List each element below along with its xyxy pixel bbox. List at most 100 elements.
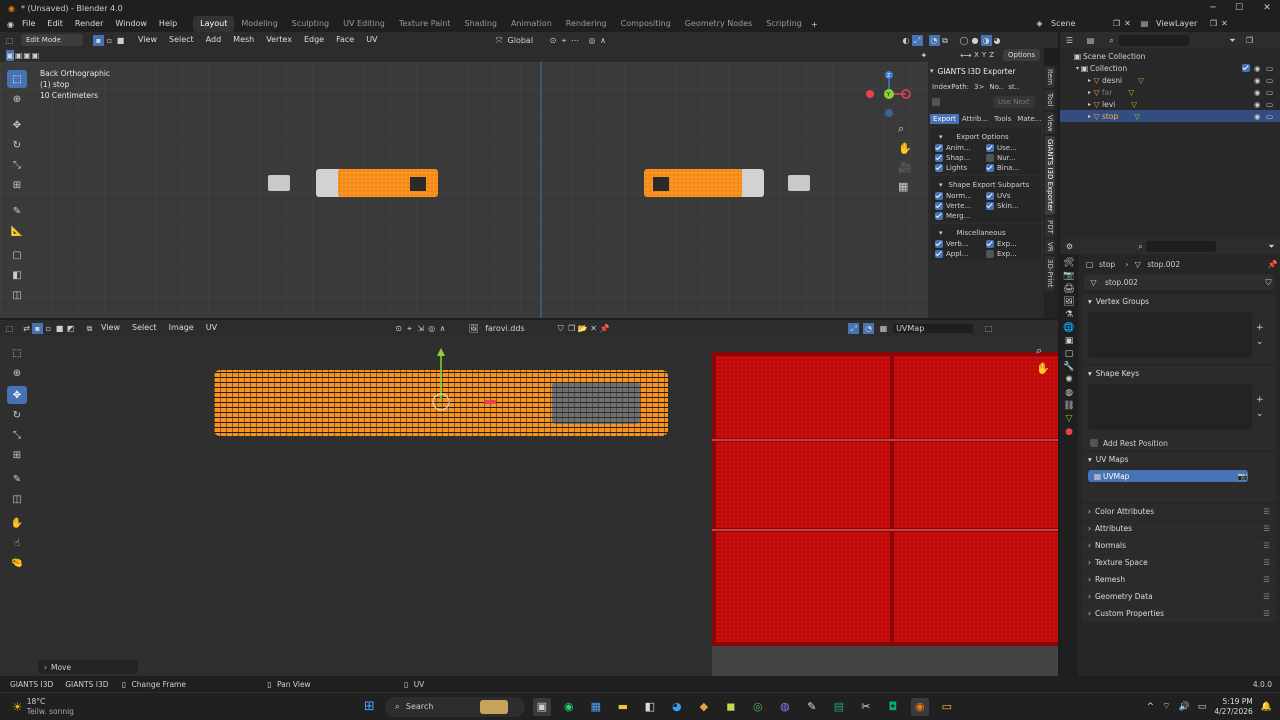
output-tab-icon[interactable]: 🖨 [1063,284,1074,294]
visibility-eye-icon[interactable]: ◉ [1254,88,1261,97]
weather-widget[interactable]: 18°C Teilw. sonnig [27,697,74,717]
clock[interactable]: 5:19 PM 4/27/2026 [1214,697,1252,717]
shape-export-checkbox[interactable] [986,192,994,200]
section-drag-icon[interactable]: ☰ [1263,589,1270,605]
outliner-search-input[interactable] [1119,34,1189,46]
uv-pinch-tool[interactable]: 🤏 [7,554,27,572]
physics-tab-icon[interactable]: ◍ [1065,388,1073,398]
section-geometry-data[interactable]: › Geometry Data ☰ [1082,589,1276,605]
close-button[interactable]: ✕ [1254,0,1280,16]
render-tab-icon[interactable]: 📷 [1063,271,1074,281]
uv-editor-type-icon[interactable]: ⬚ [4,323,15,334]
uv-x-axis-handle[interactable] [484,400,496,404]
capcut-icon[interactable]: ✂ [857,698,875,716]
measure-tool[interactable]: 📐 [7,222,27,240]
uv-overlay-icon[interactable]: ◔ [863,322,875,334]
blender-taskbar-icon[interactable]: ◉ [910,697,929,716]
mesh-datablock-field[interactable]: ▽ stop.002 ⛉ [1084,274,1274,290]
vertex-select-icon[interactable]: ▪ [93,34,104,46]
uv-snap-target-icon[interactable]: ⇲ [415,323,426,334]
properties-options-icon[interactable]: ⏷ [1266,241,1277,252]
remove-view-layer-icon[interactable]: ✕ [1219,18,1230,29]
export-option[interactable]: Bina... [986,164,1037,172]
scale-tool[interactable]: ⤡ [7,156,27,174]
image-pin-icon[interactable]: 📌 [599,323,610,334]
tab-tools[interactable]: Tools [991,114,1014,124]
face-select-icon[interactable]: ■ [115,35,126,46]
side-tab-pdt[interactable]: PDT [1045,216,1055,237]
export-option[interactable]: Use... [986,144,1037,152]
outliner-item-levi[interactable]: ▸ ▽ levi ▽ ◉ ▭ [1060,98,1280,110]
side-tab-vr[interactable]: VR [1045,238,1055,255]
outliner-editor-icon[interactable]: ☰ [1064,35,1075,46]
image-browse-icon[interactable]: 🖼 [468,323,479,334]
zoom-icon[interactable]: ⌕ [898,122,912,136]
material-tab-icon[interactable]: ● [1065,427,1073,437]
side-tab-3dprint[interactable]: 3D-Print [1045,256,1055,291]
uv-rip-tool[interactable]: ◫ [7,490,27,508]
outliner-display-mode-icon[interactable]: ▤ [1085,35,1096,46]
side-tab-tool[interactable]: Tool [1045,89,1055,110]
uv-select-tool[interactable]: ⬚ [7,344,27,362]
properties-search-input[interactable] [1146,240,1216,252]
uv-vertex-select-icon[interactable]: ▪ [32,322,43,334]
outliner-search-icon[interactable]: ⌕ [1106,35,1117,46]
3d-viewport[interactable]: Back Orthographic (1) stop 10 Centimeter… [0,62,928,318]
workspace-tab-texture-paint[interactable]: Texture Paint [392,16,458,32]
uv-proportional-icon[interactable]: ◎ [426,323,437,334]
taskbar-search[interactable]: ⌕ Search [384,696,525,717]
modifier-tab-icon[interactable]: 🔧 [1063,362,1074,372]
view-layer-icon[interactable]: ▤ [1139,18,1150,29]
visibility-eye-icon[interactable]: ◉ [1254,76,1261,85]
image-new-icon[interactable]: ❐ [566,323,577,334]
vertex-groups-list[interactable] [1088,312,1252,358]
export-option[interactable]: Nur... [986,154,1037,162]
workspace-tab-uv-editing[interactable]: UV Editing [336,16,392,32]
uv-face-select-icon[interactable]: ■ [54,323,65,334]
mirror-x-label[interactable]: X [974,51,979,59]
edge-browser-icon[interactable]: ◕ [668,698,686,716]
snap-icon[interactable]: ⌖ [559,35,570,46]
uv-edge-select-icon[interactable]: ▫ [43,323,54,334]
proportional-edit-icon[interactable]: ◎ [587,35,598,46]
editor-type-icon[interactable]: ⬚ [4,35,15,46]
outliner-item-desni[interactable]: ▸ ▽ desni ▽ ◉ ▭ [1060,74,1280,86]
pin-icon[interactable]: 📌 [1267,259,1278,270]
view-layer-tab-icon[interactable]: 🖼 [1063,297,1074,307]
section-drag-icon[interactable]: ☰ [1263,572,1270,588]
copy-scene-icon[interactable]: ❐ [1111,18,1122,29]
section-drag-icon[interactable]: ☰ [1263,606,1270,622]
minimize-button[interactable]: ─ [1200,0,1226,16]
mirror-x-icon[interactable]: ⟷ [960,50,971,61]
section-drag-icon[interactable]: ☰ [1263,521,1270,537]
collection-render-icon[interactable]: ▭ [1266,64,1273,73]
menu-render[interactable]: Render [69,16,109,32]
render-toggle-icon[interactable]: ▭ [1266,88,1273,97]
add-workspace-icon[interactable]: + [809,19,820,30]
export-checkbox[interactable] [935,154,943,162]
uv-transform-tool[interactable]: ⊞ [7,446,27,464]
shape-export-option[interactable]: Verte... [935,202,986,210]
uv-snap-icon[interactable]: ⌖ [404,323,415,334]
uv-map-item-label[interactable]: UVMap [1103,472,1129,481]
weather-icon[interactable]: ☀ [12,700,23,714]
mirror-z-label[interactable]: Z [989,51,994,59]
transform-tool[interactable]: ⊞ [7,176,27,194]
move-tool[interactable]: ✥ [7,116,27,134]
viewport-menu-vertex[interactable]: Vertex [260,32,298,48]
workspace-tab-animation[interactable]: Animation [504,16,559,32]
tab-attributes[interactable]: Attrib... [959,114,991,124]
workspace-tab-layout[interactable]: Layout [193,16,235,32]
calculator-icon[interactable]: ▦ [587,698,605,716]
pan-hand-icon[interactable]: ✋ [898,142,912,155]
view-layer-name[interactable]: ViewLayer [1156,19,1208,28]
uv-menu-image[interactable]: Image [163,320,200,336]
image-open-icon[interactable]: 📂 [577,323,588,334]
outliner-scene-collection[interactable]: ▣ Scene Collection [1060,50,1280,62]
new-collection-icon[interactable]: ❐ [1244,35,1255,46]
section-remesh[interactable]: › Remesh ☰ [1082,572,1276,588]
edge-select-icon[interactable]: ▫ [104,35,115,46]
misc-option[interactable]: Exp... [986,250,1037,258]
side-tab-view[interactable]: View [1045,111,1055,135]
uv-move-tool[interactable]: ✥ [7,386,27,404]
